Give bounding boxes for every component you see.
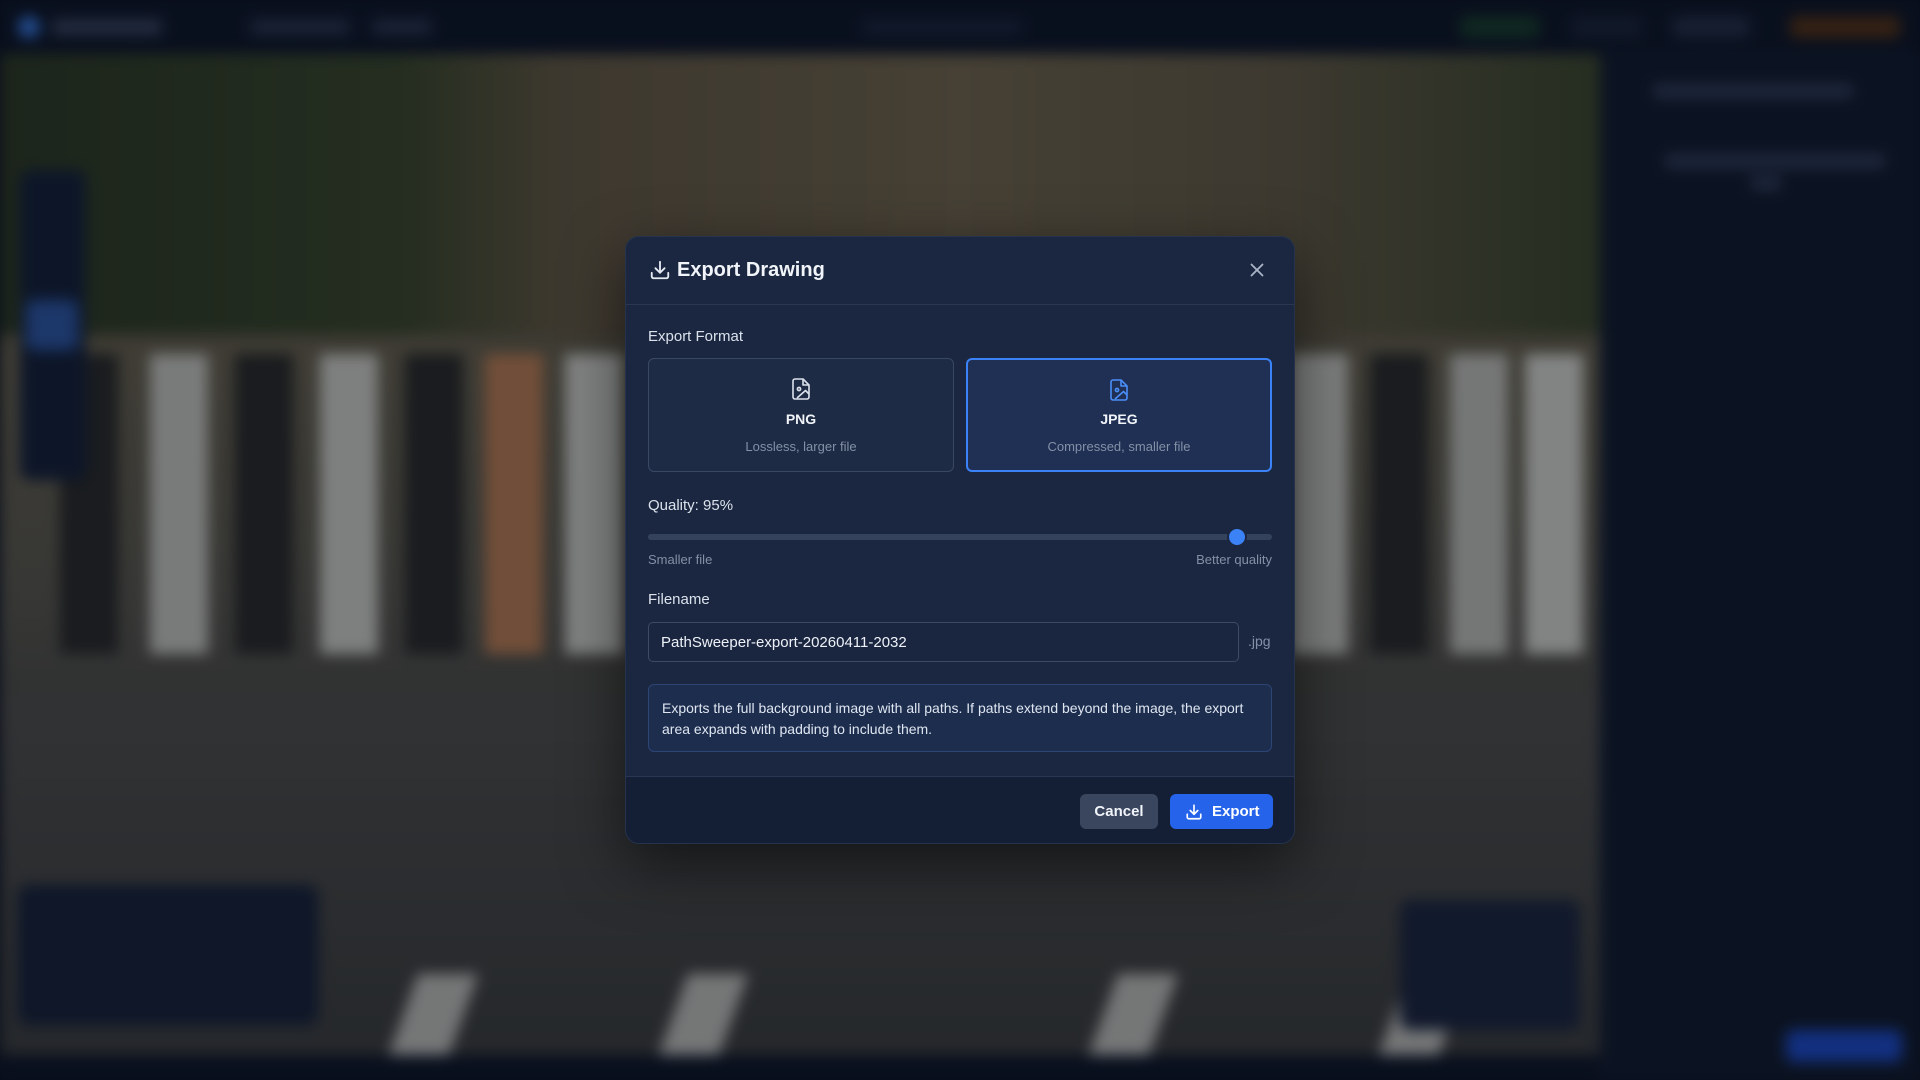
dialog-title: Export Drawing — [677, 259, 825, 281]
format-description: Compressed, smaller file — [1047, 439, 1191, 454]
format-name: PNG — [785, 411, 817, 427]
quality-slider-thumb[interactable] — [1229, 529, 1246, 545]
file-image-icon — [792, 378, 810, 400]
filename-extension: .jpg — [1248, 633, 1271, 649]
export-button-label: Export — [1212, 803, 1260, 820]
close-icon[interactable] — [1246, 259, 1268, 281]
dialog-header: Export Drawing — [626, 237, 1294, 305]
export-info-box: Exports the full background image with a… — [648, 684, 1272, 752]
format-name: JPEG — [1100, 411, 1138, 427]
export-button[interactable]: Export — [1170, 794, 1273, 829]
quality-label: Quality: 95% — [648, 497, 734, 514]
filename-label: Filename — [648, 591, 710, 608]
export-format-label: Export Format — [648, 328, 744, 345]
download-icon — [1186, 804, 1202, 820]
cancel-button[interactable]: Cancel — [1080, 794, 1158, 829]
dialog-footer: Cancel Export — [626, 776, 1294, 843]
quality-max-hint: Better quality — [1196, 552, 1272, 567]
filename-input[interactable] — [648, 622, 1239, 662]
export-dialog: Export Drawing Export Format PNG Lossles… — [625, 236, 1295, 844]
format-option-jpeg[interactable]: JPEG Compressed, smaller file — [966, 358, 1272, 472]
download-icon — [650, 260, 670, 280]
format-option-png[interactable]: PNG Lossless, larger file — [648, 358, 954, 472]
quality-slider[interactable] — [648, 529, 1272, 545]
format-description: Lossless, larger file — [745, 439, 857, 454]
file-image-icon — [1110, 379, 1128, 401]
quality-slider-fill — [648, 534, 1238, 540]
quality-min-hint: Smaller file — [648, 552, 713, 567]
